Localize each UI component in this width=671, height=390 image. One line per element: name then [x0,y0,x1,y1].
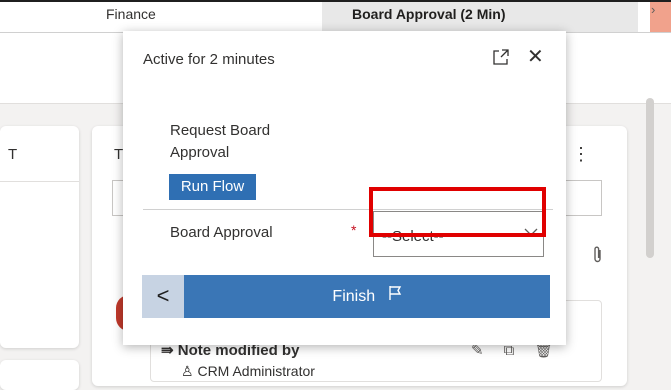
timeline-card-title: T [114,146,124,163]
finish-label: Finish [332,288,376,305]
dialog-footer: < Finish [142,275,550,318]
board-approval-label: Board Approval [170,224,273,241]
expand-icon[interactable] [492,48,510,66]
left-card: T [0,126,79,348]
attach-icon[interactable] [592,246,604,269]
stage-board-approval-label: Board Approval (2 Min) [352,6,506,22]
left-card-lower [0,360,79,390]
step-request-board-approval: Request Board Approval [170,122,271,161]
required-marker: * [351,222,357,238]
business-process-bar: Finance Board Approval (2 Min) › [0,0,671,33]
finish-button[interactable]: Finish [184,275,550,318]
more-icon[interactable]: ⋮ [572,144,590,165]
chevron-right-icon[interactable]: › [651,2,655,17]
stage-board-approval[interactable]: Board Approval (2 Min) [322,2,638,32]
scrollbar[interactable] [646,98,654,258]
user-icon: ♙ [181,363,198,379]
back-button[interactable]: < [142,275,184,318]
run-flow-button[interactable]: Run Flow [169,174,256,200]
left-card-title: T [8,146,18,163]
note-author-name: CRM Administrator [197,363,315,379]
flag-icon [388,275,402,318]
left-card-divider [0,181,79,182]
note-author: ♙ CRM Administrator [181,363,315,380]
stage-finance[interactable]: Finance [106,6,156,22]
highlight-box [369,187,546,237]
close-icon[interactable]: ✕ [527,44,544,69]
stage-status: Active for 2 minutes [143,51,275,68]
